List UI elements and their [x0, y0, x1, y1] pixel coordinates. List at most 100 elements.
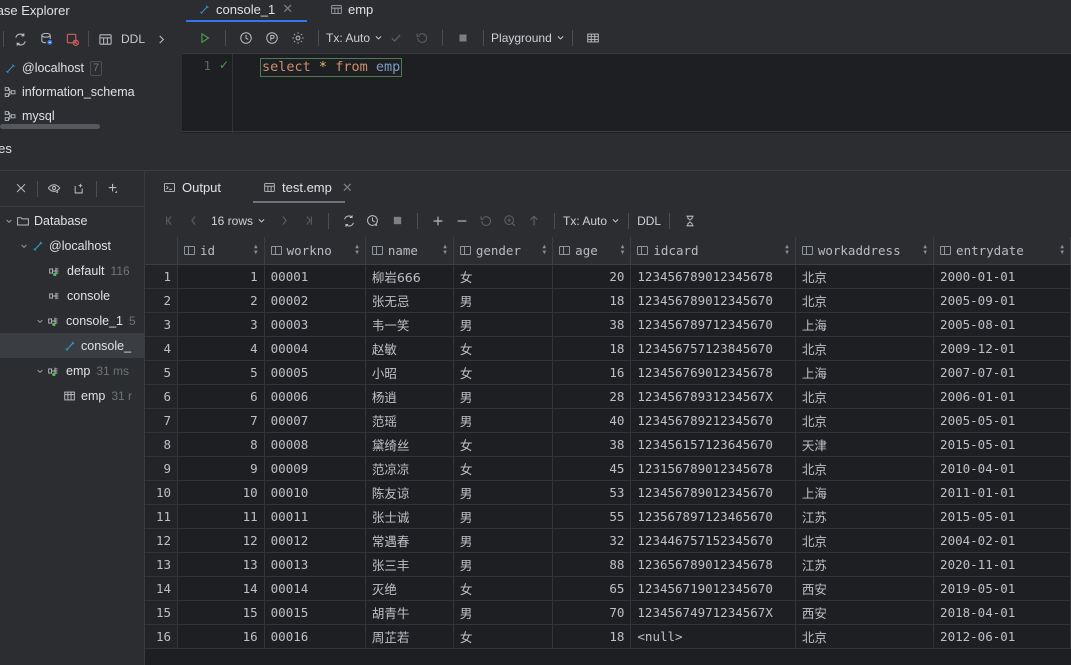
- cell-workaddress[interactable]: 上海: [795, 360, 935, 385]
- cell-workaddress[interactable]: 江苏: [795, 552, 935, 577]
- cell-gender[interactable]: 女: [453, 264, 554, 289]
- cell-id[interactable]: 5: [177, 360, 265, 385]
- cell-gender[interactable]: 男: [453, 312, 554, 337]
- cell-id[interactable]: 13: [177, 552, 265, 577]
- cell-name[interactable]: 小昭: [365, 360, 454, 385]
- open-new-tab-icon[interactable]: [67, 176, 93, 202]
- cell-idcard[interactable]: 123456789212345670: [630, 408, 796, 433]
- table-row[interactable]: 5 5 00005 小昭女 16 123456769012345678 上海 2007-07-…: [145, 360, 1071, 385]
- table-row[interactable]: 9 9 00009 范凉凉女 45 123156789012345678 北京 2010-04…: [145, 456, 1071, 481]
- cell-idcard[interactable]: 123446757152345670: [630, 528, 796, 553]
- results-grid[interactable]: id ▲ ▼ workno ▲ ▼ name ▲ ▼ gender ▲ ▼ age ▲ ▼ idcard ▲ ▼ w…: [145, 237, 1071, 665]
- add-row-icon[interactable]: [426, 209, 450, 233]
- chevron-down-icon-localhost[interactable]: [17, 242, 31, 250]
- cell-id[interactable]: 8: [177, 432, 265, 457]
- tree-item-information-schema[interactable]: information_schema: [0, 80, 182, 104]
- cell-name[interactable]: 柳岩666: [365, 264, 454, 289]
- cell-age[interactable]: 28: [552, 384, 632, 409]
- cell-entrydate[interactable]: 2011-01-01: [933, 480, 1071, 505]
- table-row[interactable]: 2 2 00002 张无忌男 18 123456789012345670 北京 2005-09…: [145, 288, 1071, 313]
- table-row[interactable]: 1 1 00001 柳岩666 女 20 123456789012345678 北京 2000-…: [145, 264, 1071, 289]
- show-hide-icon[interactable]: [41, 176, 67, 202]
- sort-toggle-icon[interactable]: ▲ ▼: [355, 244, 359, 256]
- cell-entrydate[interactable]: 2019-05-01: [933, 576, 1071, 601]
- cell-idcard[interactable]: 123456789012345678: [630, 264, 796, 289]
- chevron-down-icon-emp[interactable]: [33, 367, 47, 375]
- table-row[interactable]: 16 16 00016 周芷若女 18 <null> 北京 2012-06-01: [145, 624, 1071, 649]
- sort-toggle-icon[interactable]: ▲ ▼: [1060, 244, 1064, 256]
- sort-toggle-icon[interactable]: ▲ ▼: [621, 244, 625, 256]
- cell-age[interactable]: 53: [552, 480, 632, 505]
- cell-idcard[interactable]: 123456789012345670: [630, 480, 796, 505]
- cell-workno[interactable]: 00002: [264, 288, 366, 313]
- cell-age[interactable]: 70: [552, 600, 632, 625]
- cell-workno[interactable]: 00007: [264, 408, 366, 433]
- cell-id[interactable]: 11: [177, 504, 265, 529]
- cell-age[interactable]: 40: [552, 408, 632, 433]
- tx-mode-selector[interactable]: Tx: Auto: [326, 31, 383, 45]
- cell-name[interactable]: 赵敏: [365, 336, 454, 361]
- cell-id[interactable]: 10: [177, 480, 265, 505]
- cell-entrydate[interactable]: 2005-09-01: [933, 288, 1071, 313]
- next-page-icon[interactable]: [272, 209, 296, 233]
- cell-gender[interactable]: 男: [453, 552, 554, 577]
- cell-name[interactable]: 杨逍: [365, 384, 454, 409]
- column-header-idcard[interactable]: idcard ▲ ▼: [630, 237, 796, 265]
- cell-age[interactable]: 45: [552, 456, 632, 481]
- tree-node-console_1[interactable]: console_1 5: [0, 308, 145, 333]
- submit-icon[interactable]: [522, 209, 546, 233]
- cell-name[interactable]: 张三丰: [365, 552, 454, 577]
- cell-workaddress[interactable]: 西安: [795, 576, 935, 601]
- column-header-workno[interactable]: workno ▲ ▼: [264, 237, 366, 265]
- prev-page-icon[interactable]: [181, 209, 205, 233]
- cell-age[interactable]: 55: [552, 504, 632, 529]
- cell-id[interactable]: 6: [177, 384, 265, 409]
- cell-gender[interactable]: 男: [453, 528, 554, 553]
- column-header-workaddress[interactable]: workaddress ▲ ▼: [795, 237, 935, 265]
- refresh-icon[interactable]: [7, 26, 33, 52]
- stop-icon[interactable]: [450, 25, 476, 51]
- sort-toggle-icon[interactable]: ▲ ▼: [785, 244, 789, 256]
- table-row[interactable]: 12 12 00012 常遇春男 32 123446757152345670 北京 2004-…: [145, 528, 1071, 553]
- cell-entrydate[interactable]: 2006-01-01: [933, 384, 1071, 409]
- cell-gender[interactable]: 男: [453, 600, 554, 625]
- cell-workno[interactable]: 00004: [264, 336, 366, 361]
- cell-gender[interactable]: 女: [453, 576, 554, 601]
- cell-idcard[interactable]: 123456769012345678: [630, 360, 796, 385]
- close-icon[interactable]: ✕: [282, 1, 293, 17]
- cell-idcard[interactable]: 123156789012345678: [630, 456, 796, 481]
- cell-age[interactable]: 38: [552, 312, 632, 337]
- tree-node-emp-session[interactable]: emp 31 ms: [0, 358, 145, 383]
- cell-gender[interactable]: 女: [453, 456, 554, 481]
- cell-name[interactable]: 张无忌: [365, 288, 454, 313]
- tab-test-emp[interactable]: test.emp ✕: [253, 171, 363, 204]
- sort-toggle-icon[interactable]: ▲ ▼: [443, 244, 447, 256]
- results-ddl-button[interactable]: DDL: [637, 214, 661, 228]
- column-header-id[interactable]: id ▲ ▼: [177, 237, 265, 265]
- cell-age[interactable]: 16: [552, 360, 632, 385]
- chevron-down-icon-console_1[interactable]: [33, 317, 47, 325]
- add-icon[interactable]: [100, 176, 126, 202]
- cell-id[interactable]: 7: [177, 408, 265, 433]
- cell-entrydate[interactable]: 2015-05-01: [933, 504, 1071, 529]
- cell-gender[interactable]: 女: [453, 624, 554, 649]
- cell-id[interactable]: 3: [177, 312, 265, 337]
- cell-workaddress[interactable]: 江苏: [795, 504, 935, 529]
- cell-workaddress[interactable]: 北京: [795, 384, 935, 409]
- cell-workno[interactable]: 00012: [264, 528, 366, 553]
- cell-name[interactable]: 范瑶: [365, 408, 454, 433]
- cell-name[interactable]: 灭绝: [365, 576, 454, 601]
- cell-id[interactable]: 1: [177, 264, 265, 289]
- history-icon[interactable]: [233, 25, 259, 51]
- stop-icon-results[interactable]: [385, 209, 409, 233]
- cell-entrydate[interactable]: 2020-11-01: [933, 552, 1071, 577]
- cell-workaddress[interactable]: 西安: [795, 600, 935, 625]
- cell-workaddress[interactable]: 北京: [795, 336, 935, 361]
- cell-age[interactable]: 18: [552, 624, 632, 649]
- cell-workno[interactable]: 00008: [264, 432, 366, 457]
- cell-name[interactable]: 周芷若: [365, 624, 454, 649]
- table-row[interactable]: 11 11 00011 张士诚男 55 123567897123465670 江苏 2015-…: [145, 504, 1071, 529]
- cell-workno[interactable]: 00006: [264, 384, 366, 409]
- cell-workno[interactable]: 00010: [264, 480, 366, 505]
- tab-output[interactable]: Output: [153, 171, 231, 204]
